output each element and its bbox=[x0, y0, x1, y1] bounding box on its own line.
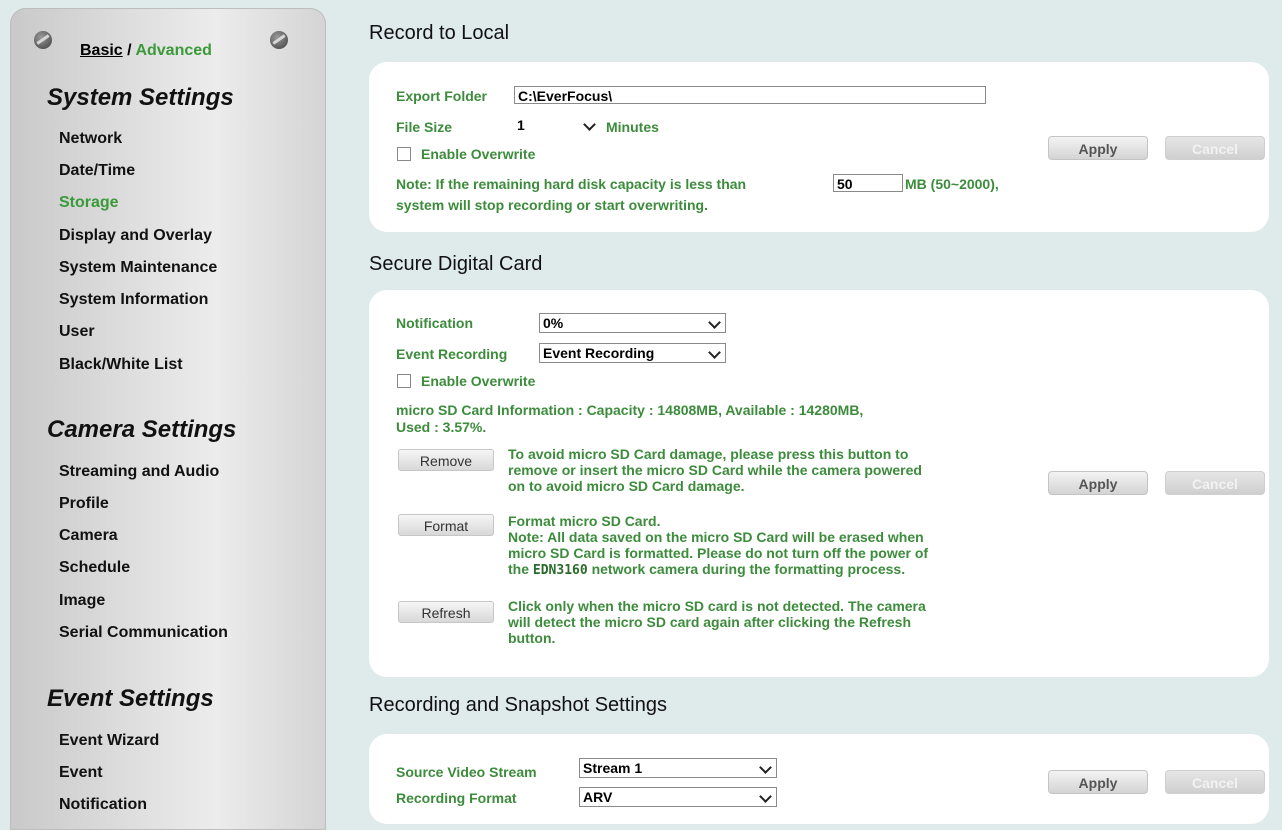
capacity-note-prefix: Note: If the remaining hard disk capacit… bbox=[396, 176, 747, 192]
camera-model-name: EDN3160 bbox=[532, 563, 588, 578]
sidebar-item-display-overlay[interactable]: Display and Overlay bbox=[59, 227, 212, 245]
capacity-note-suffix: MB (50~2000), bbox=[905, 176, 999, 192]
source-stream-value: Stream 1 bbox=[583, 760, 643, 776]
sidebar: Basic / Advanced System Settings Network… bbox=[10, 8, 326, 830]
remove-button[interactable]: Remove bbox=[398, 449, 494, 471]
rec-snapshot-apply-button[interactable]: Apply bbox=[1048, 770, 1148, 794]
file-size-select[interactable]: 1 bbox=[514, 116, 600, 136]
sidebar-item-profile[interactable]: Profile bbox=[59, 495, 109, 513]
advanced-mode-link[interactable]: Advanced bbox=[135, 42, 211, 59]
sidebar-item-date-time[interactable]: Date/Time bbox=[59, 162, 135, 180]
sidebar-item-storage[interactable]: Storage bbox=[59, 194, 119, 212]
sidebar-item-system-maintenance[interactable]: System Maintenance bbox=[59, 259, 217, 277]
recording-format-select[interactable]: ARV bbox=[579, 787, 777, 807]
refresh-desc-line: button. bbox=[508, 630, 556, 646]
file-size-unit: Minutes bbox=[606, 119, 659, 135]
event-recording-label: Event Recording bbox=[396, 346, 508, 362]
format-desc-line: Format micro SD Card. bbox=[508, 513, 661, 529]
sidebar-item-camera[interactable]: Camera bbox=[59, 527, 118, 545]
enable-overwrite-checkbox[interactable] bbox=[397, 147, 411, 161]
format-desc-line: Note: All data saved on the micro SD Car… bbox=[508, 529, 924, 545]
notification-label: Notification bbox=[396, 315, 473, 331]
sidebar-item-black-white-list[interactable]: Black/White List bbox=[59, 356, 183, 374]
mode-switch: Basic / Advanced bbox=[80, 42, 212, 60]
format-description: Format micro SD Card. Note: All data sav… bbox=[508, 513, 928, 579]
sidebar-item-event-wizard[interactable]: Event Wizard bbox=[59, 732, 159, 750]
basic-mode-link[interactable]: Basic bbox=[80, 42, 123, 59]
sd-enable-overwrite-checkbox[interactable] bbox=[397, 374, 411, 388]
chevron-down-icon bbox=[708, 316, 721, 329]
sidebar-item-user[interactable]: User bbox=[59, 323, 95, 341]
format-desc-suffix: network camera during the formatting pro… bbox=[591, 561, 906, 577]
sd-card-apply-button[interactable]: Apply bbox=[1048, 471, 1148, 495]
format-desc-line: the EDN3160 network camera during the fo… bbox=[508, 561, 928, 579]
event-settings-title: Event Settings bbox=[47, 685, 214, 712]
recording-format-label: Recording Format bbox=[396, 790, 517, 806]
rec-snapshot-title: Recording and Snapshot Settings bbox=[369, 694, 667, 716]
sidebar-item-notification[interactable]: Notification bbox=[59, 796, 147, 814]
event-recording-select[interactable]: Event Recording bbox=[539, 343, 726, 363]
format-desc-prefix: the bbox=[508, 561, 529, 577]
event-recording-value: Event Recording bbox=[543, 345, 655, 361]
remove-desc-line: on to avoid micro SD Card damage. bbox=[508, 478, 745, 494]
enable-overwrite-label: Enable Overwrite bbox=[421, 146, 536, 162]
capacity-threshold-input[interactable]: 50 bbox=[833, 174, 903, 192]
system-settings-title: System Settings bbox=[47, 84, 234, 111]
remove-desc-line: To avoid micro SD Card damage, please pr… bbox=[508, 446, 909, 462]
remove-description: To avoid micro SD Card damage, please pr… bbox=[508, 446, 922, 494]
screw-icon bbox=[34, 31, 52, 49]
camera-settings-title: Camera Settings bbox=[47, 416, 237, 443]
chevron-down-icon bbox=[583, 118, 596, 131]
source-stream-label: Source Video Stream bbox=[396, 764, 537, 780]
sd-enable-overwrite-label: Enable Overwrite bbox=[421, 373, 536, 389]
capacity-note-line2: system will stop recording or start over… bbox=[396, 197, 708, 213]
sidebar-item-system-information[interactable]: System Information bbox=[59, 291, 208, 309]
record-local-cancel-button[interactable]: Cancel bbox=[1165, 136, 1265, 160]
sd-info-line1: micro SD Card Information : Capacity : 1… bbox=[396, 402, 864, 418]
sd-card-title: Secure Digital Card bbox=[369, 253, 543, 275]
mode-separator: / bbox=[122, 42, 136, 59]
notification-select[interactable]: 0% bbox=[539, 313, 726, 333]
notification-value: 0% bbox=[543, 315, 564, 331]
record-local-title: Record to Local bbox=[369, 22, 510, 44]
refresh-desc-line: will detect the micro SD card again afte… bbox=[508, 614, 912, 630]
record-local-apply-button[interactable]: Apply bbox=[1048, 136, 1148, 160]
format-button[interactable]: Format bbox=[398, 514, 494, 536]
format-desc-line: micro SD Card is formatted. Please do no… bbox=[508, 545, 929, 561]
screw-icon bbox=[270, 31, 288, 49]
chevron-down-icon bbox=[759, 761, 772, 774]
sidebar-item-image[interactable]: Image bbox=[59, 592, 105, 610]
remove-desc-line: remove or insert the micro SD Card while… bbox=[508, 462, 922, 478]
export-folder-input[interactable]: C:\EverFocus\ bbox=[514, 86, 986, 104]
sd-info-line2: Used : 3.57%. bbox=[396, 419, 487, 435]
export-folder-label: Export Folder bbox=[396, 88, 488, 104]
sidebar-item-network[interactable]: Network bbox=[59, 130, 122, 148]
file-size-value: 1 bbox=[517, 117, 525, 133]
recording-format-value: ARV bbox=[583, 789, 613, 805]
sidebar-item-serial-communication[interactable]: Serial Communication bbox=[59, 624, 228, 642]
refresh-description: Click only when the micro SD card is not… bbox=[508, 598, 926, 646]
chevron-down-icon bbox=[708, 346, 721, 359]
rec-snapshot-cancel-button[interactable]: Cancel bbox=[1165, 770, 1265, 794]
sidebar-item-streaming-audio[interactable]: Streaming and Audio bbox=[59, 463, 219, 481]
chevron-down-icon bbox=[759, 790, 772, 803]
source-stream-select[interactable]: Stream 1 bbox=[579, 758, 777, 778]
sidebar-item-event[interactable]: Event bbox=[59, 764, 103, 782]
sd-card-cancel-button[interactable]: Cancel bbox=[1165, 471, 1265, 495]
refresh-desc-line: Click only when the micro SD card is not… bbox=[508, 598, 926, 614]
sidebar-item-schedule[interactable]: Schedule bbox=[59, 559, 130, 577]
refresh-button[interactable]: Refresh bbox=[398, 601, 494, 623]
file-size-label: File Size bbox=[396, 119, 453, 135]
